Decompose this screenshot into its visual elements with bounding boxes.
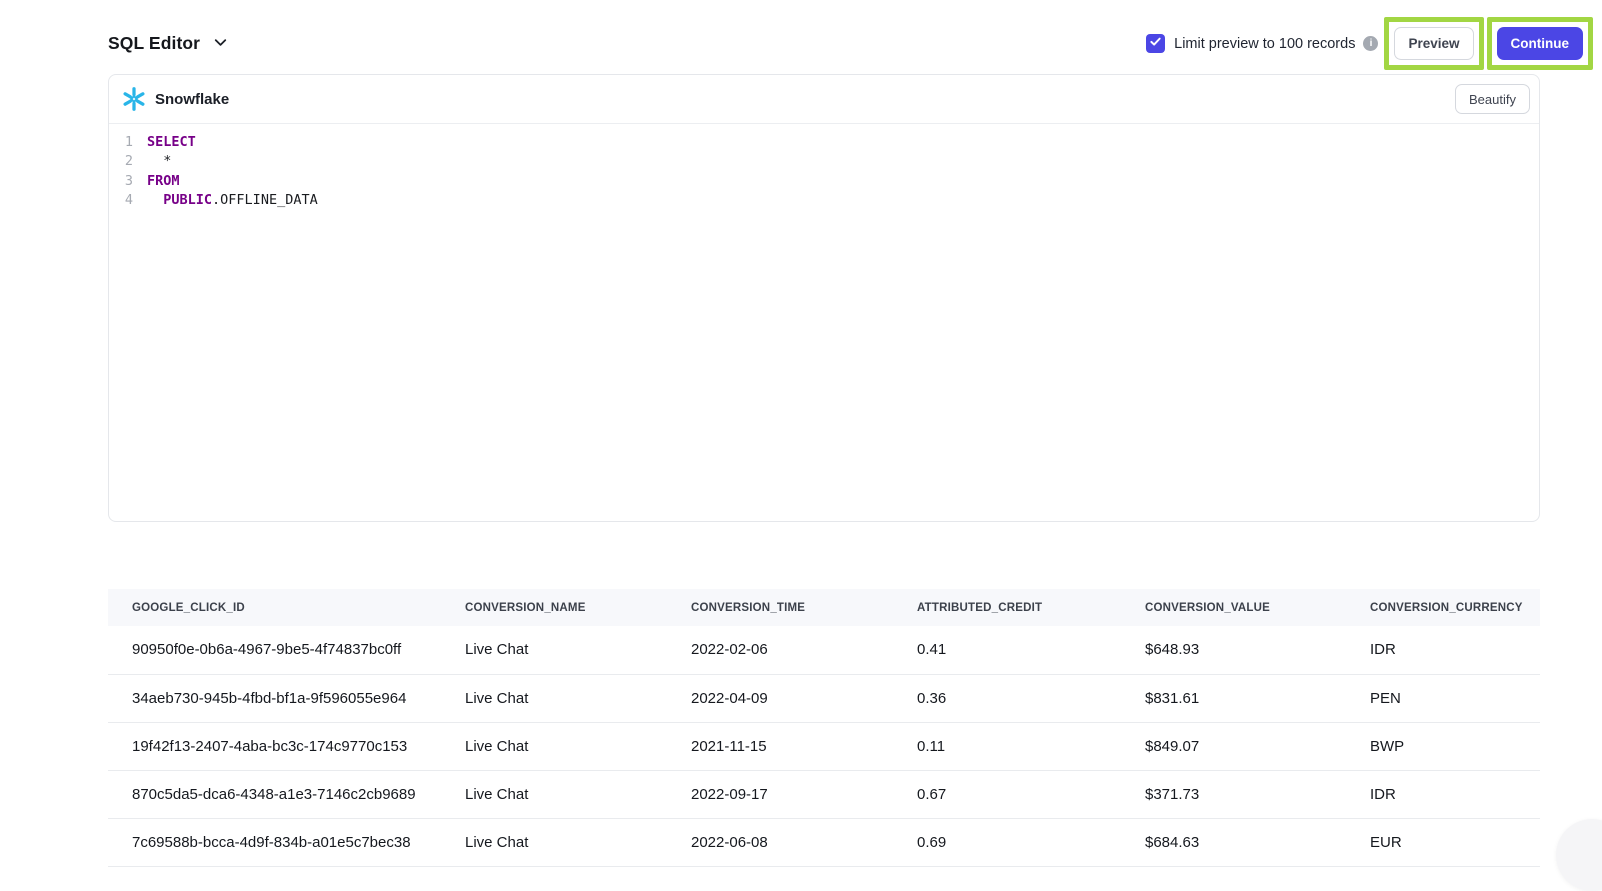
column-header: ATTRIBUTED_CREDIT [893, 589, 1121, 626]
topbar-actions: Limit preview to 100 records i Preview C… [1146, 17, 1593, 70]
table-row: 7c69588b-bcca-4d9f-834b-a01e5c7bec38Live… [108, 818, 1540, 866]
table-cell: BWP [1346, 722, 1540, 770]
table-header: GOOGLE_CLICK_IDCONVERSION_NAMECONVERSION… [108, 589, 1540, 626]
table-cell: 0.67 [893, 770, 1121, 818]
line-number: 4 [119, 191, 133, 210]
table-cell: 0.69 [893, 818, 1121, 866]
title-dropdown-button[interactable] [212, 34, 229, 54]
table-cell: $648.93 [1121, 626, 1346, 674]
table-cell: Live Chat [441, 722, 667, 770]
preview-table: GOOGLE_CLICK_IDCONVERSION_NAMECONVERSION… [108, 589, 1540, 867]
table-cell: 2021-11-15 [667, 722, 893, 770]
table-cell: IDR [1346, 626, 1540, 674]
column-header: GOOGLE_CLICK_ID [108, 589, 441, 626]
limit-preview-checkbox[interactable] [1146, 34, 1165, 53]
beautify-button[interactable]: Beautify [1455, 84, 1530, 114]
table-cell: 34aeb730-945b-4fbd-bf1a-9f596055e964 [108, 674, 441, 722]
table-cell: $684.63 [1121, 818, 1346, 866]
table-cell: Live Chat [441, 770, 667, 818]
table-cell: 870c5da5-dca6-4348-a1e3-7146c2cb9689 [108, 770, 441, 818]
table-row: 34aeb730-945b-4fbd-bf1a-9f596055e964Live… [108, 674, 1540, 722]
table-row: 19f42f13-2407-4aba-bc3c-174c9770c153Live… [108, 722, 1540, 770]
line-number: 3 [119, 172, 133, 191]
column-header: CONVERSION_CURRENCY [1346, 589, 1540, 626]
column-header: CONVERSION_VALUE [1121, 589, 1346, 626]
table-cell: Live Chat [441, 626, 667, 674]
code-line: 3FROM [119, 172, 1539, 191]
table-body: 90950f0e-0b6a-4967-9be5-4f74837bc0ffLive… [108, 626, 1540, 866]
code-line: 2 * [119, 152, 1539, 171]
table-cell: $849.07 [1121, 722, 1346, 770]
page-title: SQL Editor [108, 33, 200, 54]
sql-editor-panel: Snowflake Beautify 1SELECT2 *3FROM4 PUBL… [108, 74, 1540, 522]
code-line: 1SELECT [119, 133, 1539, 152]
table-cell: 2022-04-09 [667, 674, 893, 722]
table-cell: 2022-09-17 [667, 770, 893, 818]
code-text: FROM [133, 172, 180, 191]
table-cell: 19f42f13-2407-4aba-bc3c-174c9770c153 [108, 722, 441, 770]
check-icon [1149, 35, 1162, 53]
table-cell: Live Chat [441, 818, 667, 866]
chevron-down-icon [212, 34, 229, 54]
table-cell: Live Chat [441, 674, 667, 722]
table-cell: EUR [1346, 818, 1540, 866]
snowflake-icon [121, 86, 147, 112]
table-cell: 0.36 [893, 674, 1121, 722]
table-cell: PEN [1346, 674, 1540, 722]
table-row: 870c5da5-dca6-4348-a1e3-7146c2cb9689Live… [108, 770, 1540, 818]
code-text: PUBLIC.OFFLINE_DATA [133, 191, 318, 210]
line-number: 2 [119, 152, 133, 171]
column-header: CONVERSION_TIME [667, 589, 893, 626]
column-header: CONVERSION_NAME [441, 589, 667, 626]
table-cell: 0.41 [893, 626, 1121, 674]
source-name: Snowflake [155, 91, 229, 108]
source-header: Snowflake Beautify [109, 75, 1539, 124]
table-cell: 2022-06-08 [667, 818, 893, 866]
table-cell: 90950f0e-0b6a-4967-9be5-4f74837bc0ff [108, 626, 441, 674]
table-cell: $831.61 [1121, 674, 1346, 722]
table-row: 90950f0e-0b6a-4967-9be5-4f74837bc0ffLive… [108, 626, 1540, 674]
limit-preview-label: Limit preview to 100 records [1174, 36, 1355, 52]
preview-button[interactable]: Preview [1394, 27, 1473, 60]
title-group: SQL Editor [108, 33, 229, 54]
code-lines: 1SELECT2 *3FROM4 PUBLIC.OFFLINE_DATA [119, 133, 1539, 210]
chat-widget-button[interactable] [1556, 819, 1602, 891]
info-icon[interactable]: i [1363, 36, 1378, 51]
table-cell: 2022-02-06 [667, 626, 893, 674]
table-cell: 7c69588b-bcca-4d9f-834b-a01e5c7bec38 [108, 818, 441, 866]
continue-annotation-box: Continue [1487, 17, 1594, 70]
table-cell: IDR [1346, 770, 1540, 818]
code-text: * [133, 152, 171, 171]
preview-annotation-box: Preview [1384, 17, 1483, 70]
table-cell: $371.73 [1121, 770, 1346, 818]
line-number: 1 [119, 133, 133, 152]
continue-button[interactable]: Continue [1497, 27, 1584, 60]
code-text: SELECT [133, 133, 196, 152]
sql-code-editor[interactable]: 1SELECT2 *3FROM4 PUBLIC.OFFLINE_DATA [109, 124, 1539, 521]
code-line: 4 PUBLIC.OFFLINE_DATA [119, 191, 1539, 210]
table-cell: 0.11 [893, 722, 1121, 770]
